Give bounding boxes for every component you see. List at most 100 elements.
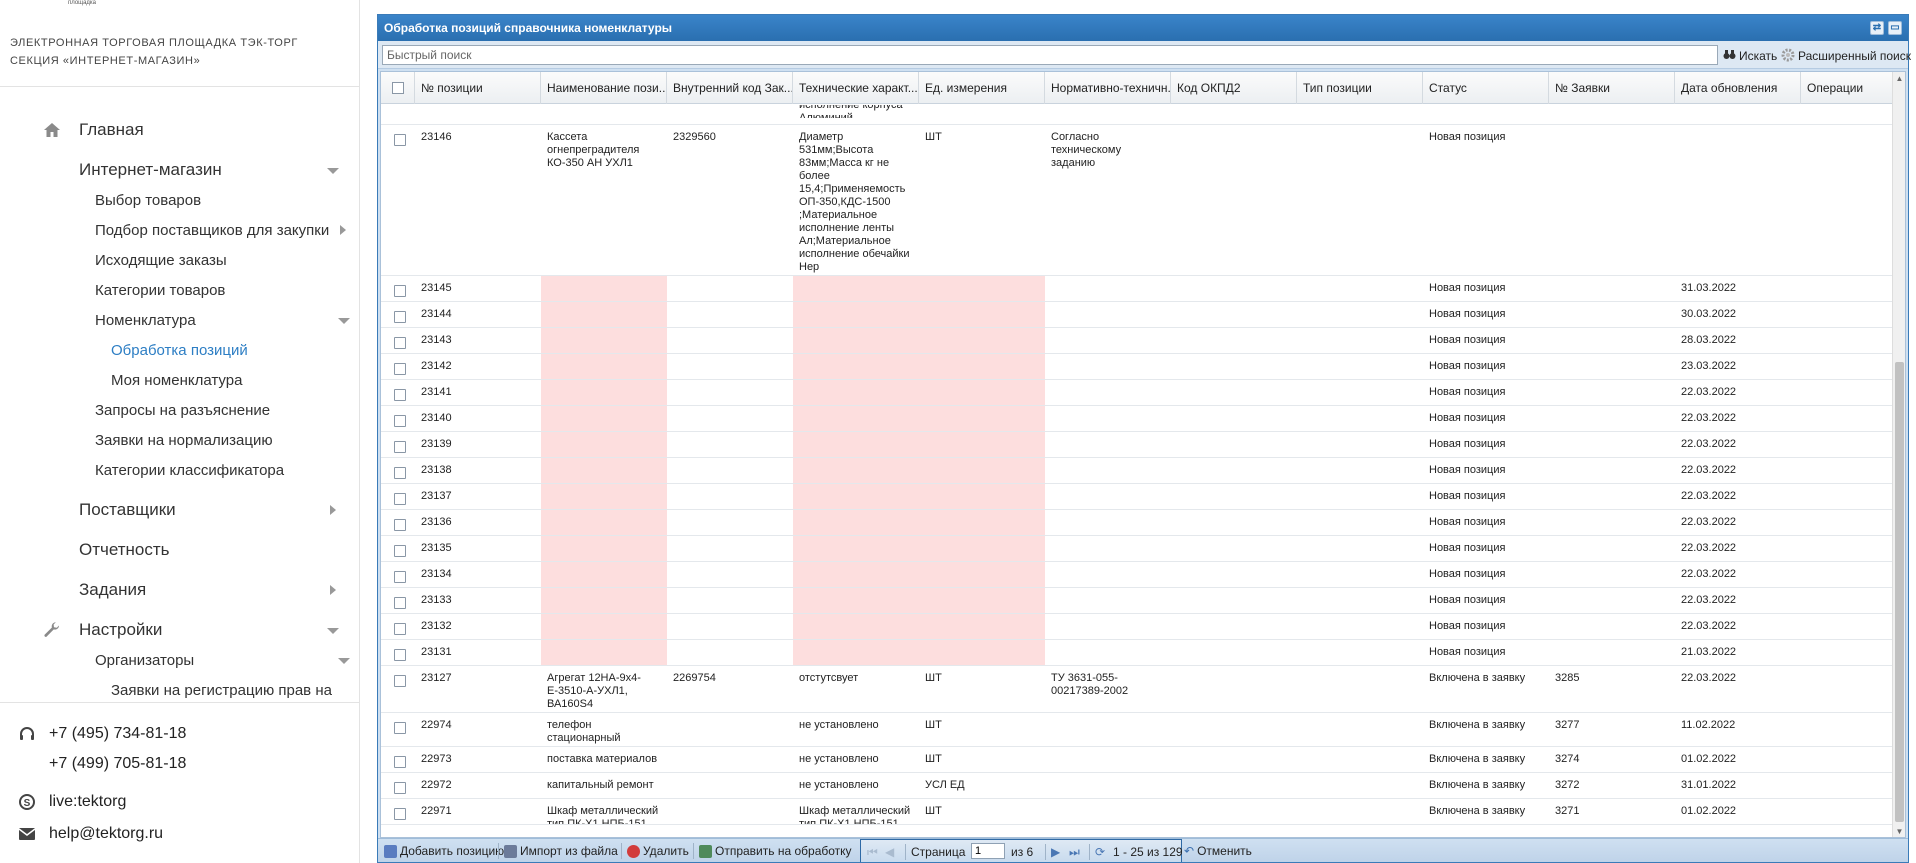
email-contact[interactable]: help@tektorg.ru: [0, 822, 360, 846]
table-row[interactable]: 23138 Новая позиция 22.03.2022: [381, 458, 1893, 484]
table-row[interactable]: 23137 Новая позиция 22.03.2022: [381, 484, 1893, 510]
table-row-partial[interactable]: исполнение корпуса Алюминий: [381, 105, 1893, 125]
table-row[interactable]: 22974 телефон стационарный не установлено Ш…: [381, 713, 1893, 747]
col-tech-specs[interactable]: Технические характ...: [793, 72, 919, 104]
send-processing-button[interactable]: Отправить на обработку: [699, 842, 852, 860]
nav-suppliers[interactable]: Поставщики: [0, 497, 360, 523]
row-checkbox[interactable]: [394, 493, 406, 505]
row-checkbox[interactable]: [394, 675, 406, 687]
cancel-button[interactable]: ↶ Отменить: [1184, 842, 1252, 860]
row-checkbox[interactable]: [394, 441, 406, 453]
next-page-button[interactable]: ▶: [1051, 843, 1060, 861]
col-name[interactable]: Наименование пози...: [541, 72, 667, 104]
table-row[interactable]: 22971 Шкаф металлический тип ПК-Х1 НПБ-15…: [381, 799, 1893, 825]
col-internal-code[interactable]: Внутренний код Зак...: [667, 72, 793, 104]
table-row[interactable]: 23144 Новая позиция 30.03.2022: [381, 302, 1893, 328]
table-row[interactable]: 23132 Новая позиция 22.03.2022: [381, 614, 1893, 640]
nav-shop[interactable]: Интернет-магазин: [0, 157, 360, 183]
table-row[interactable]: 23141 Новая позиция 22.03.2022: [381, 380, 1893, 406]
row-checkbox[interactable]: [394, 363, 406, 375]
col-status[interactable]: Статус: [1423, 72, 1549, 104]
row-checkbox[interactable]: [394, 597, 406, 609]
table-row[interactable]: 23135 Новая позиция 22.03.2022: [381, 536, 1893, 562]
first-page-button[interactable]: ⏮: [867, 843, 878, 861]
row-checkbox[interactable]: [394, 337, 406, 349]
prev-page-button[interactable]: ◀: [885, 843, 894, 861]
select-all-checkbox[interactable]: [392, 82, 404, 94]
nav-classifier-categories[interactable]: Категории классификатора: [0, 457, 360, 483]
search-button[interactable]: Искать: [1723, 47, 1777, 65]
col-position-type[interactable]: Тип позиции: [1297, 72, 1423, 104]
table-row[interactable]: 23142 Новая позиция 23.03.2022: [381, 354, 1893, 380]
import-file-button[interactable]: Импорт из файла: [504, 842, 618, 860]
advanced-search-button[interactable]: Расширенный поиск: [1781, 47, 1911, 65]
row-checkbox[interactable]: [394, 285, 406, 297]
nav-clarification-requests[interactable]: Запросы на разъяснение: [0, 397, 360, 423]
nav-organizers[interactable]: Организаторы: [0, 647, 360, 673]
row-checkbox[interactable]: [394, 134, 406, 146]
table-row[interactable]: 23127 Агрегат 12НА-9х4-Е-3510-А-УХЛ1, ВА1…: [381, 666, 1893, 713]
svg-text:S: S: [24, 798, 31, 809]
row-checkbox[interactable]: [394, 722, 406, 734]
empty-required-cell-highlight: [541, 640, 667, 665]
quick-search-input[interactable]: [382, 45, 1718, 65]
reload-icon[interactable]: ⟳: [1095, 843, 1105, 861]
skype-contact[interactable]: S live:tektorg: [0, 790, 360, 814]
nav-supplier-selection[interactable]: Подбор поставщиков для закупки: [0, 217, 360, 243]
col-unit[interactable]: Ед. измерения: [919, 72, 1045, 104]
table-row[interactable]: 23133 Новая позиция 22.03.2022: [381, 588, 1893, 614]
nav-reports[interactable]: Отчетность: [0, 537, 360, 563]
nav-settings[interactable]: Настройки: [0, 617, 360, 643]
table-row[interactable]: 22973 поставка материалов не установлено ШТ…: [381, 747, 1893, 773]
table-row[interactable]: 23146 Кассета огнепреградителя КО-350 АН …: [381, 125, 1893, 276]
scroll-up-icon[interactable]: ▲: [1895, 74, 1904, 84]
col-request-number[interactable]: № Заявки: [1549, 72, 1675, 104]
page-number-input[interactable]: [971, 843, 1005, 859]
table-row[interactable]: 22972 капитальный ремонт не установлено УСЛ…: [381, 773, 1893, 799]
col-normative[interactable]: Нормативно-техничн...: [1045, 72, 1171, 104]
add-position-button[interactable]: Добавить позицию: [384, 842, 504, 860]
nav-tasks[interactable]: Задания: [0, 577, 360, 603]
maximize-window-icon[interactable]: ▭: [1888, 21, 1902, 35]
table-row[interactable]: 23131 Новая позиция 21.03.2022: [381, 640, 1893, 666]
row-checkbox[interactable]: [394, 415, 406, 427]
col-position-number[interactable]: № позиции: [415, 72, 541, 104]
nav-my-nomenclature[interactable]: Моя номенклатура: [0, 367, 360, 393]
nav-normalization-requests[interactable]: Заявки на нормализацию: [0, 427, 360, 453]
delete-button[interactable]: Удалить: [627, 842, 689, 860]
row-checkbox[interactable]: [394, 545, 406, 557]
scroll-down-icon[interactable]: ▼: [1895, 827, 1904, 837]
row-checkbox[interactable]: [394, 623, 406, 635]
refresh-window-icon[interactable]: ⇄: [1870, 21, 1884, 35]
table-row[interactable]: 23136 Новая позиция 22.03.2022: [381, 510, 1893, 536]
row-checkbox[interactable]: [394, 756, 406, 768]
table-row[interactable]: 23134 Новая позиция 22.03.2022: [381, 562, 1893, 588]
col-operations[interactable]: Операции: [1801, 72, 1893, 104]
nav-home[interactable]: Главная: [0, 117, 360, 143]
phone-contact-1[interactable]: +7 (495) 734-81-18: [0, 722, 360, 746]
row-checkbox[interactable]: [394, 467, 406, 479]
col-okpd2[interactable]: Код ОКПД2: [1171, 72, 1297, 104]
table-row[interactable]: 23143 Новая позиция 28.03.2022: [381, 328, 1893, 354]
table-row[interactable]: 23140 Новая позиция 22.03.2022: [381, 406, 1893, 432]
table-row[interactable]: 23145 Новая позиция 31.03.2022: [381, 276, 1893, 302]
row-checkbox[interactable]: [394, 389, 406, 401]
last-page-button[interactable]: ⏭: [1069, 843, 1080, 861]
nav-nomenclature[interactable]: Номенклатура: [0, 307, 360, 333]
row-checkbox[interactable]: [394, 649, 406, 661]
nav-select-goods[interactable]: Выбор товаров: [0, 187, 360, 213]
nav-position-processing[interactable]: Обработка позиций: [0, 337, 360, 363]
row-checkbox[interactable]: [394, 519, 406, 531]
table-row[interactable]: 23139 Новая позиция 22.03.2022: [381, 432, 1893, 458]
row-checkbox[interactable]: [394, 808, 406, 820]
row-checkbox[interactable]: [394, 571, 406, 583]
grid-scrollbar[interactable]: ▲ ▼: [1892, 72, 1905, 837]
phone-contact-2[interactable]: +7 (499) 705-81-18: [0, 752, 360, 776]
nav-rights-registration[interactable]: Заявки на регистрацию прав на: [0, 677, 360, 702]
nav-outgoing-orders[interactable]: Исходящие заказы: [0, 247, 360, 273]
row-checkbox[interactable]: [394, 311, 406, 323]
col-update-date[interactable]: Дата обновления: [1675, 72, 1801, 104]
row-checkbox[interactable]: [394, 782, 406, 794]
scroll-thumb[interactable]: [1895, 362, 1904, 822]
nav-goods-categories[interactable]: Категории товаров: [0, 277, 360, 303]
